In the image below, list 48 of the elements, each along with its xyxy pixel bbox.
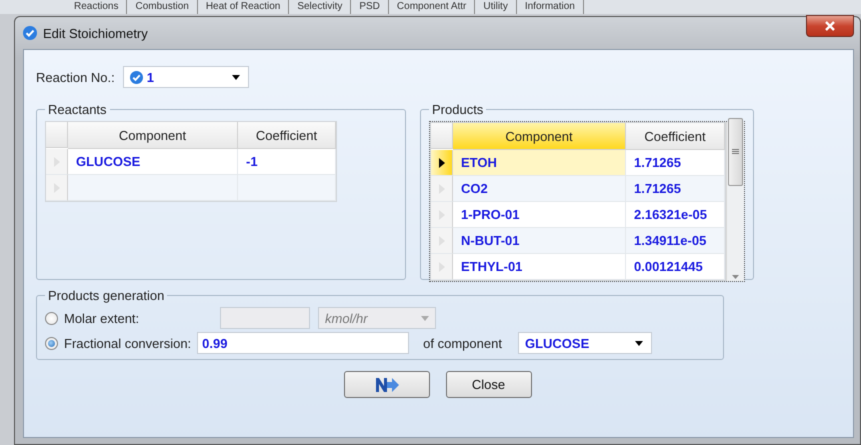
table-cell: 1.34911e-05: [626, 228, 725, 254]
reactants-group: Reactants Component Coefficient GLUCOSE -1: [36, 102, 406, 280]
window-title: Edit Stoichiometry: [43, 26, 148, 40]
radio-button[interactable]: [45, 336, 58, 350]
products-group: Products Component Coefficient ETOH 1.71265 CO2 1.71265 1-PRO-01 2.16321e-05 N-BUT-01 1.34911e-05 ETHYL-01 0.00121445: [420, 102, 754, 280]
background-tab[interactable]: Reactions: [66, 0, 128, 14]
background-tab[interactable]: Selectivity: [289, 0, 352, 14]
scroll-thumb[interactable]: [728, 118, 743, 186]
table-cell: CO2: [453, 176, 626, 202]
row-indicator-icon[interactable]: [431, 150, 453, 176]
close-button[interactable]: [806, 15, 854, 37]
close-icon: [824, 21, 836, 31]
table-cell: ETOH: [453, 150, 626, 176]
column-header[interactable]: Component: [68, 122, 238, 149]
column-header[interactable]: Coefficient: [626, 123, 725, 150]
grip-icon: [732, 149, 739, 154]
table-cell: 1.71265: [626, 176, 725, 202]
option-label: Molar extent:: [64, 310, 140, 326]
background-tab[interactable]: Component Attr: [388, 0, 476, 14]
column-header[interactable]: Coefficient: [238, 122, 336, 149]
radio-button[interactable]: [45, 312, 58, 324]
generation-group: Products generation Molar extent: kmol/hr Fractional conversion: 0.99 of component GLUCOSE: [36, 288, 724, 360]
dropdown-caret-icon: [421, 316, 429, 320]
reaction-dropdown[interactable]: 1: [122, 66, 249, 88]
background-tab[interactable]: Utility: [475, 0, 517, 14]
background-tab[interactable]: PSD: [351, 0, 389, 14]
check-icon: [23, 26, 37, 40]
table-cell: N-BUT-01: [453, 228, 626, 254]
header-corner: [431, 123, 453, 149]
dropdown-caret-icon: [232, 74, 240, 80]
table-cell: 0.00121445: [626, 254, 725, 280]
conversion-field[interactable]: 0.99: [197, 332, 410, 354]
background-tab[interactable]: Heat of Reaction: [198, 0, 290, 14]
run-button[interactable]: [344, 371, 430, 398]
reaction-label: Reaction No.:: [36, 70, 115, 84]
component-label: of component: [423, 336, 502, 350]
arrow-icon: [374, 376, 398, 392]
background-tab[interactable]: Combustion: [127, 0, 198, 14]
dropdown-caret-icon: [634, 340, 643, 346]
header-corner: [46, 122, 68, 148]
scroll-down-icon[interactable]: [732, 275, 739, 279]
check-icon: [130, 70, 143, 84]
background-tab[interactable]: Information: [516, 0, 584, 14]
component-dropdown[interactable]: GLUCOSE: [518, 332, 652, 354]
column-header[interactable]: Component: [453, 123, 626, 150]
close-button[interactable]: Close: [446, 371, 532, 398]
option-label: Fractional conversion:: [64, 336, 192, 350]
table-cell: ETHYL-01: [453, 254, 626, 280]
